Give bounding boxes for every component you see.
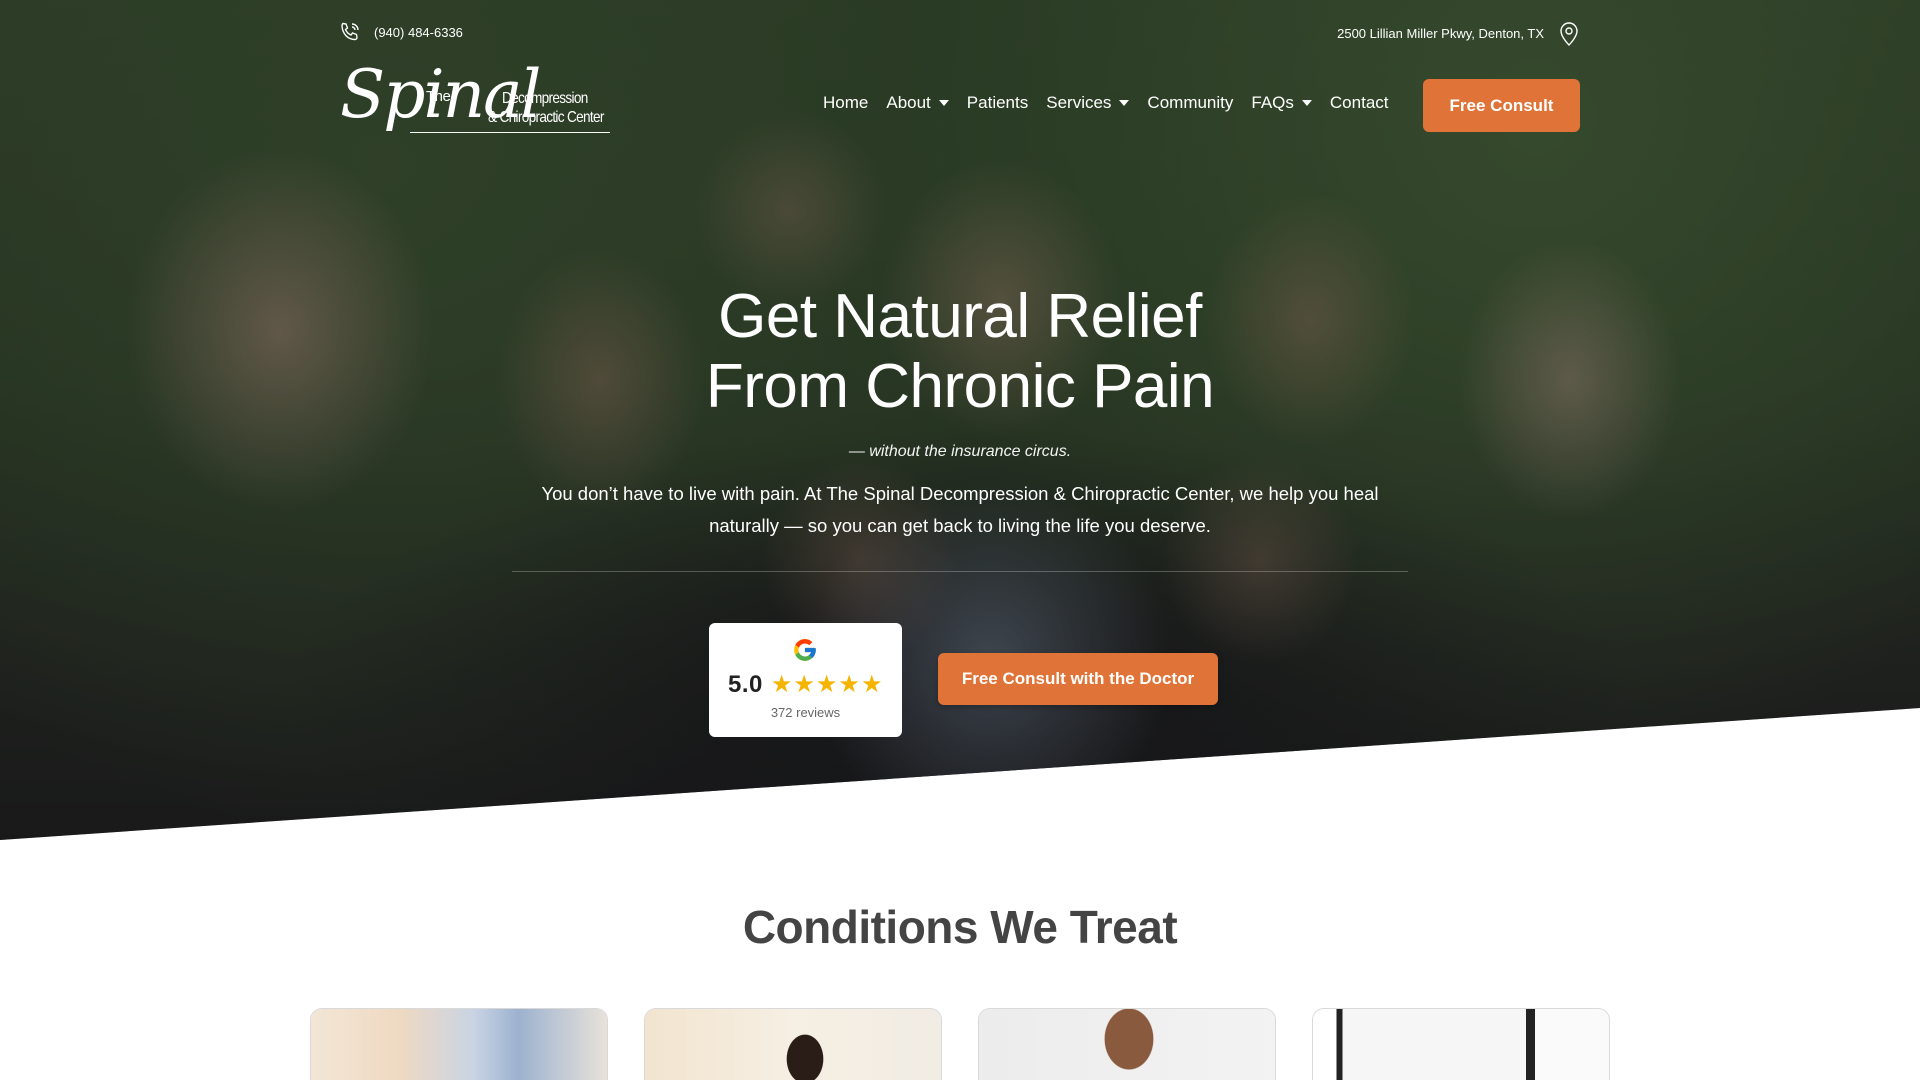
topbar-phone[interactable]: (940) 484-6336 bbox=[338, 20, 463, 44]
chevron-down-icon bbox=[938, 100, 949, 106]
condition-card-2[interactable] bbox=[644, 1008, 942, 1080]
condition-card-4[interactable] bbox=[1312, 1008, 1610, 1080]
review-count[interactable]: 372 reviews bbox=[709, 705, 902, 720]
nav-free-consult-button[interactable]: Free Consult bbox=[1423, 79, 1580, 132]
topbar-address[interactable]: 2500 Lillian Miller Pkwy, Denton, TX bbox=[1337, 20, 1580, 46]
nav-item-label: Patients bbox=[966, 93, 1029, 112]
nav-item-patients[interactable]: Patients bbox=[967, 93, 1028, 113]
hero-subtext-line1: You don’t have to live with pain. At The… bbox=[541, 483, 1379, 504]
star-icon: ★ bbox=[838, 671, 860, 698]
nav-item-label: Home bbox=[823, 93, 869, 112]
condition-image-1 bbox=[311, 1009, 607, 1080]
logo-line1: Decompression bbox=[502, 90, 588, 107]
google-review-badge[interactable]: 5.0 ★ ★ ★ ★ ★ 372 reviews bbox=[709, 623, 902, 737]
star-rating: ★ ★ ★ ★ ★ bbox=[771, 673, 883, 697]
condition-image-4 bbox=[1313, 1009, 1609, 1080]
hero-section: (940) 484-6336 2500 Lillian Miller Pkwy,… bbox=[0, 0, 1920, 840]
hero-subtext-line2: naturally — so you can get back to livin… bbox=[709, 515, 1211, 536]
nav-item-label: Services bbox=[1046, 93, 1112, 112]
nav-item-contact[interactable]: Contact bbox=[1330, 93, 1389, 113]
condition-image-3 bbox=[979, 1009, 1275, 1080]
phone-icon bbox=[338, 20, 362, 44]
nav-item-faqs[interactable]: FAQs bbox=[1251, 93, 1312, 113]
star-icon: ★ bbox=[815, 671, 838, 698]
address-text[interactable]: 2500 Lillian Miller Pkwy, Denton, TX bbox=[1337, 26, 1544, 41]
nav-item-label: FAQs bbox=[1251, 93, 1294, 112]
nav-item-community[interactable]: Community bbox=[1147, 93, 1233, 113]
nav-item-services[interactable]: Services bbox=[1046, 93, 1130, 113]
rating-row: 5.0 ★ ★ ★ ★ ★ bbox=[728, 671, 882, 699]
main-nav: Home About Patients Services Community FAQs Co… bbox=[823, 93, 1407, 113]
conditions-title: Conditions We Treat bbox=[742, 901, 1178, 953]
nav-item-label: Contact bbox=[1329, 93, 1389, 112]
hero-subtext: You don’t have to live with pain. At The… bbox=[520, 478, 1400, 542]
star-icon: ★ bbox=[860, 671, 883, 698]
condition-image-2 bbox=[645, 1009, 941, 1080]
nav-item-home[interactable]: Home bbox=[823, 93, 868, 113]
map-pin-icon bbox=[1558, 20, 1580, 46]
logo-underline bbox=[410, 132, 610, 133]
hero-headline-line2: From Chronic Pain bbox=[705, 352, 1215, 421]
hero-headline: Get Natural Relief From Chronic Pain bbox=[560, 282, 1360, 422]
logo-line2: & Chiropractic Center bbox=[488, 109, 604, 126]
hero-tagline: — without the insurance circus. bbox=[848, 443, 1072, 460]
condition-card-1[interactable] bbox=[310, 1008, 608, 1080]
logo-the: The bbox=[426, 88, 451, 105]
chevron-down-icon bbox=[1301, 100, 1312, 106]
hero-free-consult-button[interactable]: Free Consult with the Doctor bbox=[938, 653, 1218, 705]
hero-divider bbox=[512, 571, 1408, 572]
rating-value: 5.0 bbox=[728, 671, 763, 698]
condition-card-3[interactable] bbox=[978, 1008, 1276, 1080]
hero-headline-line1: Get Natural Relief bbox=[718, 282, 1202, 351]
google-icon bbox=[792, 637, 818, 668]
nav-item-label: About bbox=[886, 93, 931, 112]
nav-item-label: Community bbox=[1147, 93, 1234, 112]
phone-number[interactable]: (940) 484-6336 bbox=[374, 25, 463, 40]
chevron-down-icon bbox=[1119, 100, 1130, 106]
star-icon: ★ bbox=[793, 671, 815, 698]
star-icon: ★ bbox=[770, 671, 793, 698]
site-logo[interactable]: Spinal The Decompression & Chiropractic … bbox=[340, 62, 610, 146]
nav-item-about[interactable]: About bbox=[886, 93, 949, 113]
